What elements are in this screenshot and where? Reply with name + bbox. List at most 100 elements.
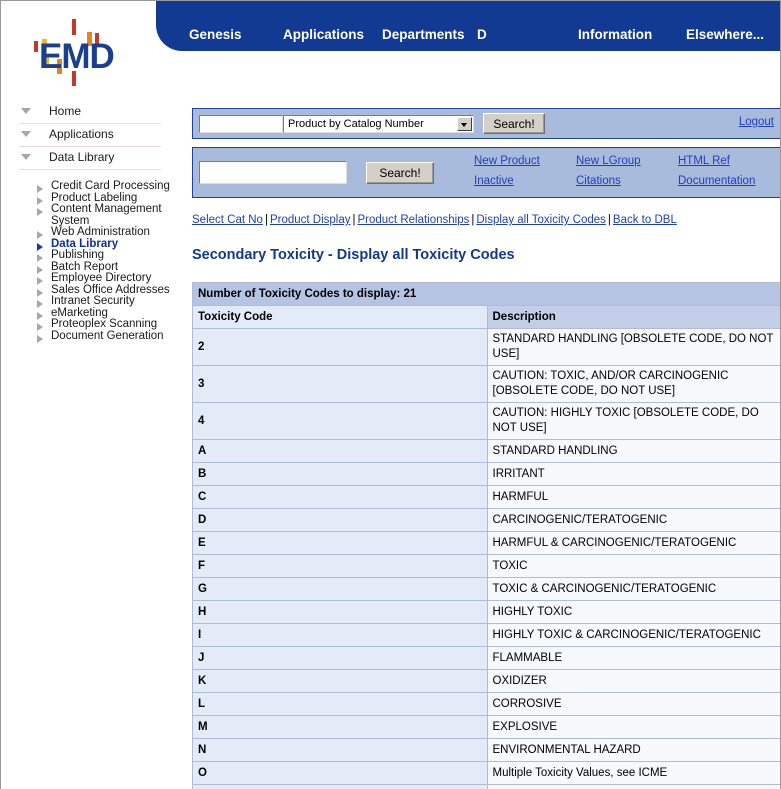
breadcrumb-link-back-to-dbl[interactable]: Back to DBL	[613, 214, 677, 226]
link-inactive[interactable]: Inactive	[474, 175, 514, 187]
sidebar-navigation: Home Applications Data Library Credit Ca…	[1, 101, 171, 343]
search-scope-selected-value: Product by Catalog Number	[288, 118, 424, 130]
table-row: I HIGHLY TOXIC & CARCINOGENIC/TERATOGENIC	[192, 623, 780, 647]
sidebar-subitem-publishing[interactable]: Publishing	[37, 249, 171, 262]
primary-search-input[interactable]	[199, 115, 283, 133]
cell-toxicity-code: K	[192, 669, 488, 693]
cell-description: HARMFUL & CARCINOGENIC/TERATOGENIC	[486, 531, 780, 555]
sidebar-item-label: Data Library	[49, 150, 115, 164]
nav-item-departments[interactable]: Departments	[382, 27, 465, 42]
nav-item-genesis[interactable]: Genesis	[189, 27, 242, 42]
cell-description: STANDARD HANDLING	[486, 439, 780, 463]
nav-item-applications[interactable]: Applications	[283, 27, 364, 42]
table-row: E HARMFUL & CARCINOGENIC/TERATOGENIC	[192, 531, 780, 555]
cell-description: EXPLOSIVE	[486, 715, 780, 739]
cell-description: ENVIRONMENTAL HAZARD	[486, 738, 780, 762]
table-row: A STANDARD HANDLING	[192, 439, 780, 463]
table-row: 2 STANDARD HANDLING [OBSOLETE CODE, DO NO…	[192, 328, 780, 366]
logo-wordmark: EMD	[39, 37, 115, 76]
sidebar-subitem-label: Employee Directory	[51, 272, 152, 284]
link-documentation[interactable]: Documentation	[678, 175, 755, 187]
sidebar-subitem-label: Proteoplex Scanning	[51, 318, 158, 330]
cell-toxicity-code: G	[192, 577, 488, 601]
cell-description: OXIDIZER	[486, 669, 780, 693]
cell-toxicity-code: F	[192, 554, 488, 578]
table-caption: Number of Toxicity Codes to display: 21	[192, 282, 780, 306]
sidebar-subitem-document-generation[interactable]: Document Generation	[37, 330, 171, 343]
sidebar-subitem-label: Intranet Security	[51, 295, 135, 307]
cell-description: TOXIC & CARCINOGENIC/TERATOGENIC	[486, 577, 780, 601]
sidebar-subitem-label: Publishing	[51, 249, 105, 261]
table-header-row: Toxicity Code Description	[192, 305, 780, 329]
table-row: 4 CAUTION: HIGHLY TOXIC [OBSOLETE CODE, D…	[192, 402, 780, 440]
table-row: 3 CAUTION: TOXIC, AND/OR CARCINOGENIC [OB…	[192, 365, 780, 403]
cell-toxicity-code: P	[192, 784, 488, 789]
chevron-down-icon	[21, 108, 31, 114]
cell-toxicity-code: H	[192, 600, 488, 624]
breadcrumb-separator: |	[264, 214, 268, 226]
sidebar-item-applications[interactable]: Applications	[19, 124, 161, 147]
table-row: G TOXIC & CARCINOGENIC/TERATOGENIC	[192, 577, 780, 601]
cell-toxicity-code: M	[192, 715, 488, 739]
cell-toxicity-code: N	[192, 738, 488, 762]
breadcrumb-link-product-relationships[interactable]: Product Relationships	[358, 214, 470, 226]
sidebar-item-home[interactable]: Home	[19, 101, 161, 124]
sidebar-subitem-intranet-security[interactable]: Intranet Security	[37, 295, 171, 308]
cell-toxicity-code: O	[192, 761, 488, 785]
logo-bar-red-left	[34, 41, 38, 52]
table-row: PNOT TESTED	[192, 784, 780, 789]
cell-toxicity-code: 3	[192, 365, 488, 403]
breadcrumb-link-select-cat-no[interactable]: Select Cat No	[192, 214, 263, 226]
cell-toxicity-code: B	[192, 462, 488, 486]
cell-toxicity-code: D	[192, 508, 488, 532]
sidebar-subitem-credit-card-processing[interactable]: Credit Card Processing	[37, 180, 171, 193]
link-html-ref[interactable]: HTML Ref	[678, 155, 730, 167]
table-row: N ENVIRONMENTAL HAZARD	[192, 738, 780, 762]
link-new-lgroup[interactable]: New LGroup	[576, 155, 641, 167]
table-row: O Multiple Toxicity Values, see ICME	[192, 761, 780, 785]
table-caption-row: Number of Toxicity Codes to display: 21	[192, 282, 780, 306]
cell-description: CORROSIVE	[486, 692, 780, 716]
breadcrumb-separator: |	[352, 214, 356, 226]
link-new-product[interactable]: New Product	[474, 155, 540, 167]
page-title: Secondary Toxicity - Display all Toxicit…	[192, 247, 515, 263]
emd-logo: EMD	[15, 19, 145, 86]
breadcrumb-link-display-all-toxicity-codes[interactable]: Display all Toxicity Codes	[476, 214, 606, 226]
cell-toxicity-code: J	[192, 646, 488, 670]
cell-description: HIGHLY TOXIC	[486, 600, 780, 624]
cell-description: CAUTION: TOXIC, AND/OR CARCINOGENIC [OBS…	[486, 365, 780, 403]
cell-description: NOT TESTED	[486, 784, 780, 789]
table-row: D CARCINOGENIC/TERATOGENIC	[192, 508, 780, 532]
cell-toxicity-code: E	[192, 531, 488, 555]
table-row: J FLAMMABLE	[192, 646, 780, 670]
logout-link[interactable]: Logout	[739, 116, 774, 128]
nav-item-information[interactable]: Information	[578, 27, 652, 42]
sidebar-subitem-web-administration[interactable]: Web Administration	[37, 226, 171, 239]
chevron-down-icon	[21, 154, 31, 160]
breadcrumb-link-product-display[interactable]: Product Display	[270, 214, 351, 226]
chevron-right-icon	[37, 334, 43, 343]
nav-item-elsewhere[interactable]: Elsewhere...	[686, 27, 764, 42]
search-scope-select[interactable]: Product by Catalog Number	[283, 115, 474, 133]
cell-description: Multiple Toxicity Values, see ICME	[486, 761, 780, 785]
sidebar-subitem-proteoplex-scanning[interactable]: Proteoplex Scanning	[37, 318, 171, 331]
sidebar-subitem-label: Content Management System	[51, 203, 162, 227]
cell-toxicity-code: A	[192, 439, 488, 463]
sidebar-item-data-library[interactable]: Data Library	[19, 147, 161, 170]
sidebar-subitem-employee-directory[interactable]: Employee Directory	[37, 272, 171, 285]
table-row: C HARMFUL	[192, 485, 780, 509]
primary-search-button[interactable]: Search!	[483, 113, 545, 134]
sidebar-subitem-content-management-system[interactable]: Content Management System	[37, 203, 171, 227]
table-row: F TOXIC	[192, 554, 780, 578]
sidebar-subitem-label: Credit Card Processing	[51, 180, 170, 192]
cell-description: FLAMMABLE	[486, 646, 780, 670]
link-citations[interactable]: Citations	[576, 175, 621, 187]
top-navigation-bar: Genesis Applications Departments D Infor…	[156, 1, 780, 51]
chevron-down-icon[interactable]	[457, 117, 472, 131]
nav-item-d[interactable]: D	[477, 27, 487, 42]
logo-bar-red-top	[72, 19, 76, 35]
secondary-search-panel: Search! New Product Inactive New LGroup …	[192, 147, 780, 198]
breadcrumb: Select Cat No | Product Display | Product Re…	[192, 214, 780, 226]
toxicity-codes-table: Number of Toxicity Codes to display: 21 …	[192, 282, 780, 789]
chevron-right-icon	[37, 208, 43, 216]
